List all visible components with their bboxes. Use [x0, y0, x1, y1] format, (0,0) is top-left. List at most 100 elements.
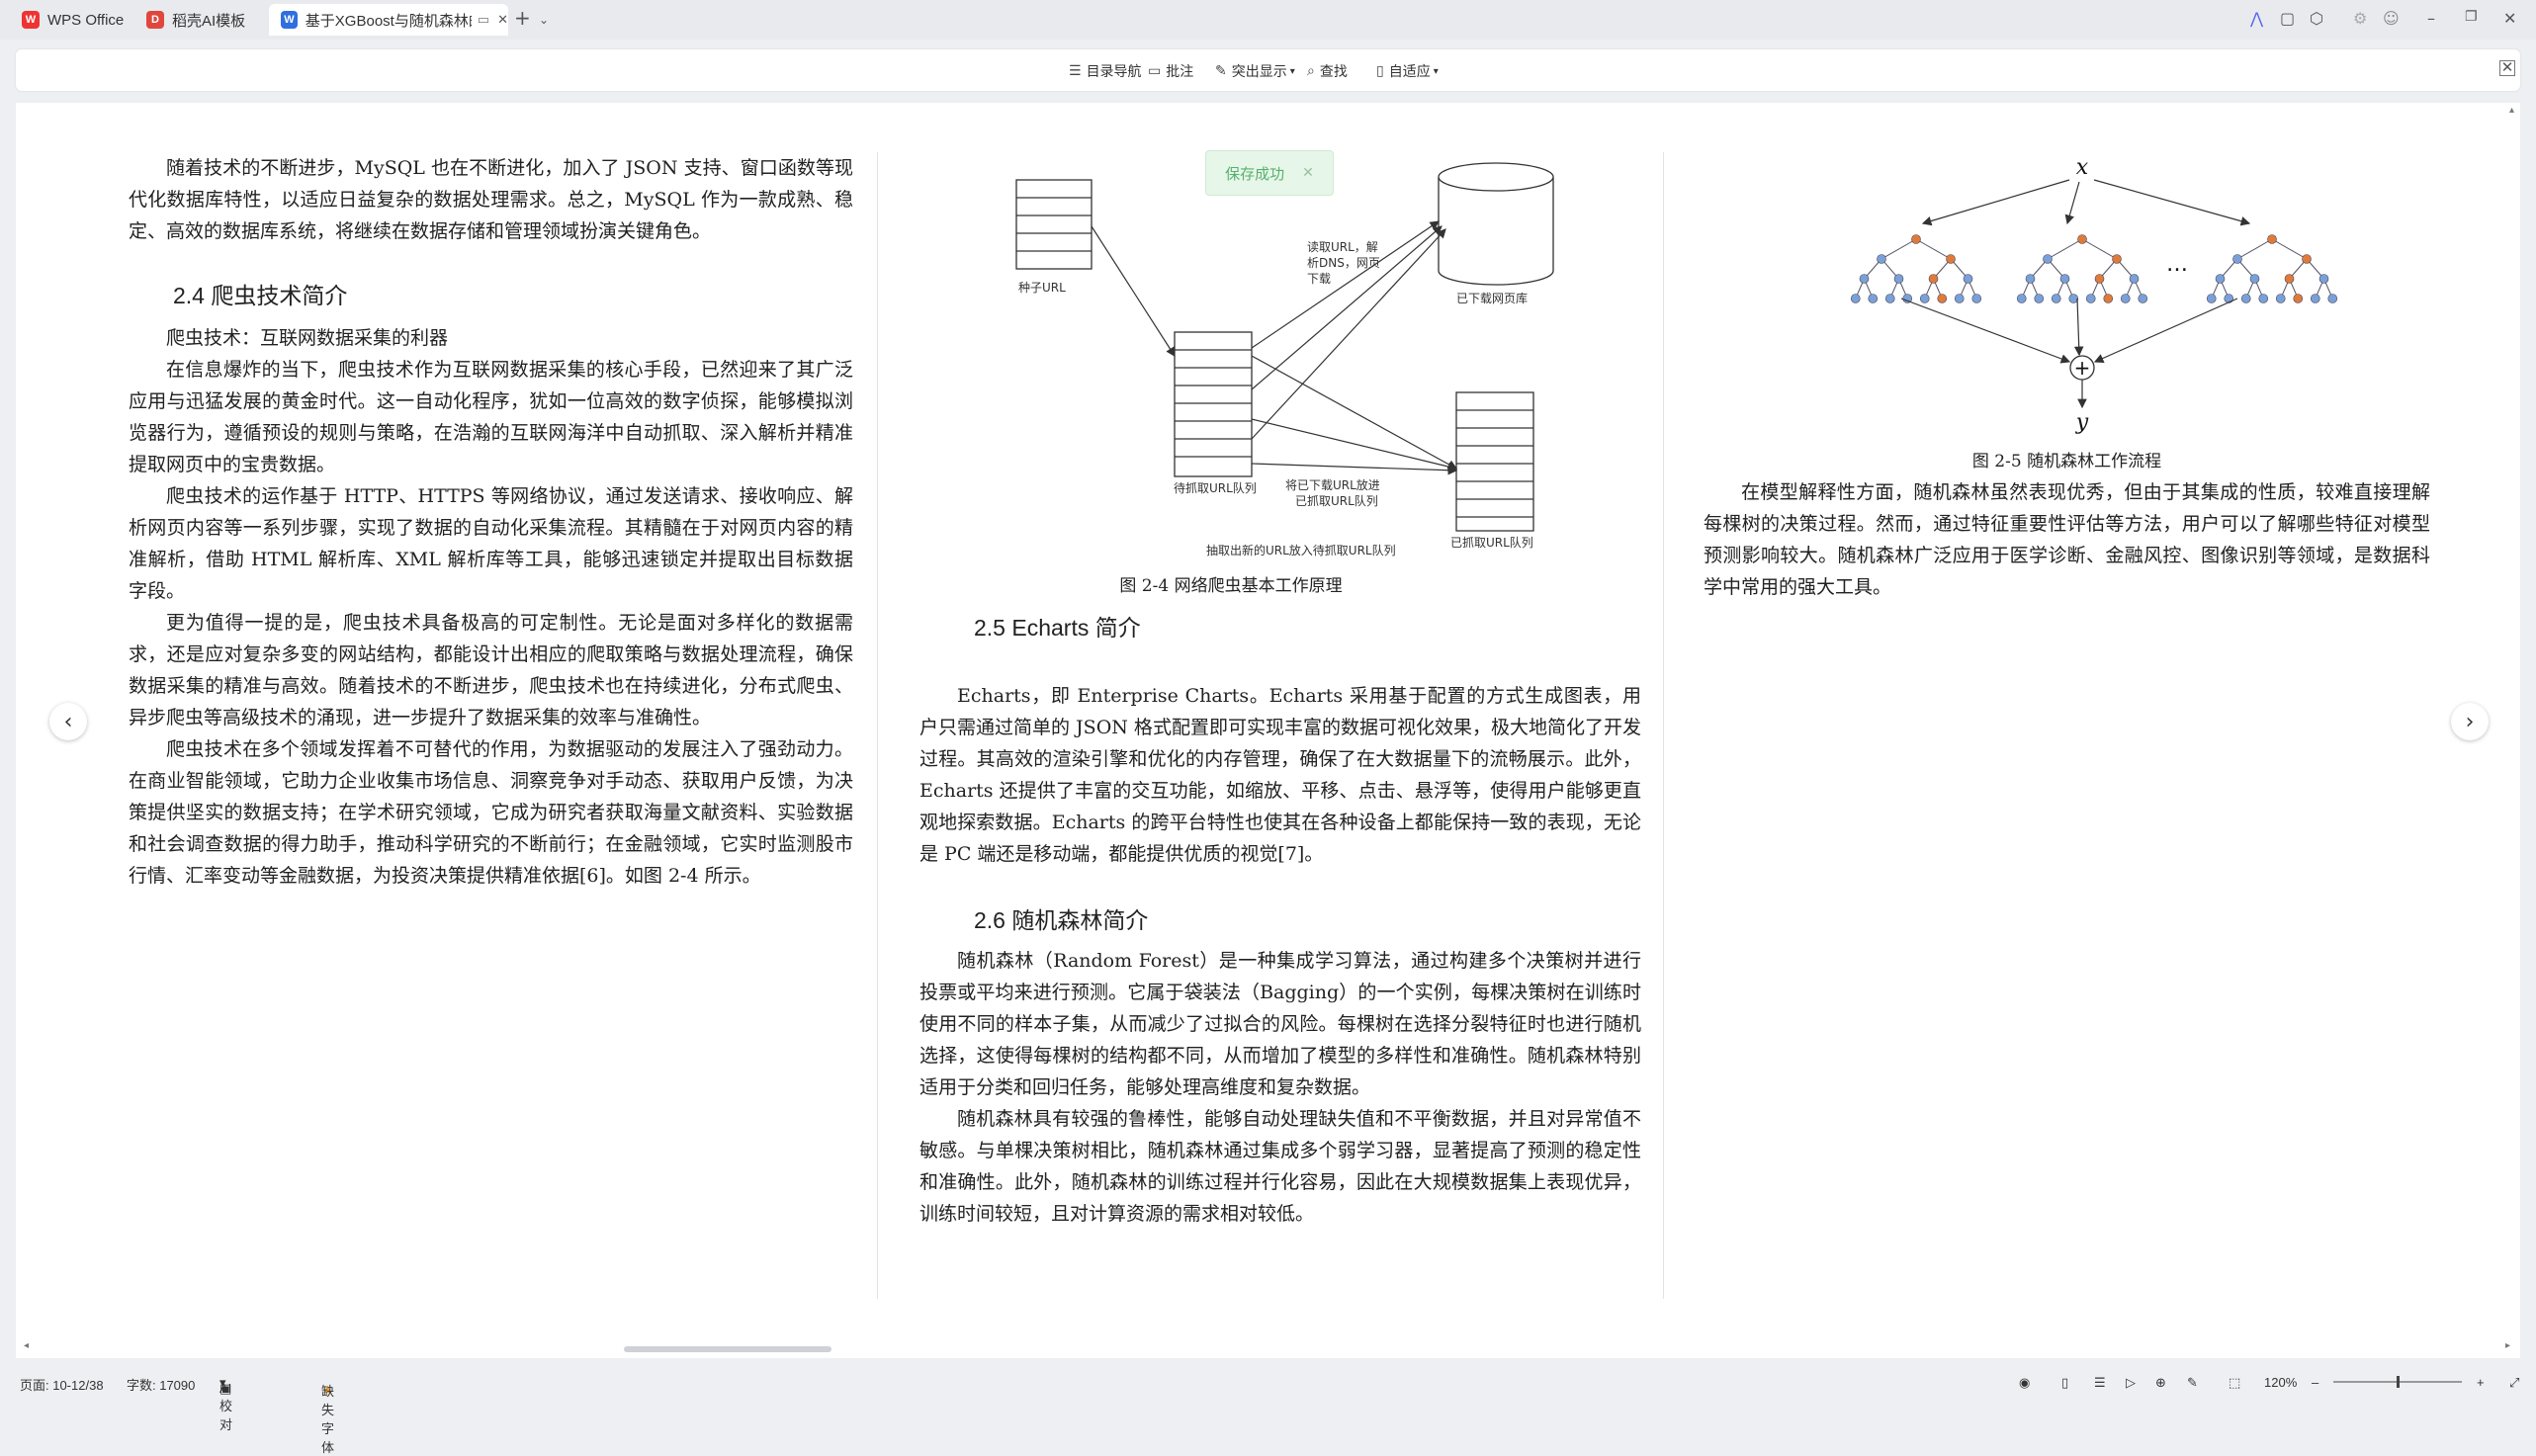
find-button[interactable]: ⌕ 查找 [1307, 61, 1348, 81]
tree-node [2327, 294, 2338, 303]
toc-nav-button[interactable]: ☰ 目录导航 [1069, 61, 1142, 81]
scroll-right-icon[interactable]: ▸ [2505, 1340, 2510, 1351]
close-toast-icon[interactable]: ✕ [1302, 165, 1314, 181]
page-view-icon[interactable]: ▯ [2061, 1375, 2068, 1391]
horizontal-scrollbar-thumb[interactable] [624, 1346, 831, 1352]
scroll-up-icon[interactable]: ▴ [2509, 105, 2514, 116]
tab-label: 基于XGBoost与随机森林的 [305, 12, 472, 30]
tree-node [2318, 274, 2329, 284]
tree-node [2258, 294, 2269, 303]
tree-node [2043, 254, 2053, 264]
tree-node [1850, 294, 1861, 303]
toast-text: 保存成功 [1225, 164, 1285, 183]
tree-node [2068, 294, 2079, 303]
previous-page-button[interactable]: ‹ [49, 703, 87, 740]
highlight-label: 突出显示 [1231, 63, 1287, 79]
label-todo-queue: 待抓取URL队列 [1174, 480, 1257, 495]
zoom-level[interactable]: 120% [2264, 1375, 2297, 1390]
output-y-label: y [2075, 410, 2089, 435]
settings-icon[interactable]: ⚙ [2353, 9, 2367, 28]
tree-node [1954, 294, 1965, 303]
fit-width-icon[interactable]: ⬚ [2229, 1375, 2240, 1391]
paragraph: Echarts，即 Enterprise Charts。Echarts 采用基于… [919, 685, 1641, 865]
tree-node [2129, 274, 2140, 284]
tree-node [2059, 274, 2070, 284]
close-tab-icon[interactable]: ✕ [497, 12, 508, 28]
ai-proofread-button[interactable]: ▣ AI 校对 ▾ [219, 1375, 232, 1432]
downloaded-db-cylinder [1438, 162, 1554, 286]
search-icon: ⌕ [1307, 63, 1315, 79]
fullscreen-icon[interactable]: ⤢ [2509, 1375, 2519, 1391]
label-move-2: 已抓取URL队列 [1295, 493, 1378, 508]
input-x-label: x [2076, 155, 2089, 180]
rf-paragraphs: 随机森林（Random Forest）是一种集成学习算法，通过构建多个决策树并进… [919, 945, 1641, 1230]
subtitle: 爬虫技术：互联网数据采集的利器 [166, 327, 449, 349]
todo-queue-stack [1174, 331, 1253, 477]
section-heading-2-6: 2.6 随机森林简介 [974, 907, 1149, 933]
chevron-down-icon: ▾ [1289, 65, 1295, 77]
right-page-column: x … + y 图 2-5 随机森林工作流程 在模型解释性方面，随机森林虽然表现… [1704, 103, 2430, 598]
tree-node [1884, 294, 1895, 303]
zoom-slider-handle[interactable] [2397, 1376, 2400, 1388]
tree-node [2138, 294, 2148, 303]
toc-icon: ☰ [1069, 63, 1082, 79]
ai-proofread-label: AI 校对 [219, 1381, 233, 1432]
eye-protection-icon[interactable]: ◉ [2019, 1375, 2030, 1391]
exit-reading-mode-icon[interactable]: ✕ [2499, 60, 2515, 76]
fit-button[interactable]: ▯ 自适应 ▾ [1376, 61, 1439, 81]
paragraph: 在信息爆炸的当下，爬虫技术作为互联网数据采集的核心手段，已然迎来了其广泛应用与迅… [129, 359, 853, 475]
page-indicator[interactable]: 页面: 10-12/38 [20, 1375, 104, 1394]
paragraph: 爬虫技术的运作基于 HTTP、HTTPS 等网络协议，通过发送请求、接收响应、解… [129, 485, 853, 602]
minimize-icon[interactable]: – [2427, 9, 2435, 28]
tree-node [2275, 294, 2286, 303]
reading-toolbar: ☰ 目录导航 ▭ 批注 ✎ 突出显示 ▾ ⌕ 查找 ▯ 自适应 ▾ ✕ [16, 49, 2520, 91]
tree-edge [2271, 238, 2308, 260]
tree-node [1963, 274, 1973, 284]
tree-edge [1880, 238, 1917, 260]
tab-current-document[interactable]: W 基于XGBoost与随机森林的 ▭ ✕ [269, 4, 508, 36]
avatar-icon[interactable]: ☺ [2383, 9, 2400, 28]
ai-logo-icon[interactable]: ⋀ [2250, 9, 2263, 28]
diagram-arrows [1091, 220, 1458, 475]
chevron-down-icon: ▾ [1433, 65, 1439, 77]
tree-node [2232, 254, 2242, 264]
tree-node [1911, 234, 1921, 244]
zoom-slider[interactable] [2333, 1376, 2462, 1388]
tree-node [2302, 254, 2312, 264]
status-bar: 页面: 10-12/38 字数: 17090 ▣ AI 校对 ▾ ▲ 缺失字体 … [0, 1369, 2536, 1455]
zoom-out-icon[interactable]: – [2312, 1375, 2318, 1390]
monitor-icon[interactable]: ▭ [478, 12, 489, 28]
decision-trees [1850, 234, 2338, 303]
new-tab-icon[interactable]: + [514, 6, 531, 30]
paragraph: 随机森林具有较强的鲁棒性，能够自动处理缺失值和不平衡数据，并且对异常值不敏感。与… [919, 1108, 1641, 1225]
tree-node [2103, 294, 2114, 303]
restore-icon[interactable]: ❐ [2465, 9, 2478, 25]
tree-node [2215, 274, 2226, 284]
section-heading-2-4: 2.4 爬虫技术简介 [173, 283, 348, 308]
web-view-icon[interactable]: ⊕ [2155, 1375, 2166, 1391]
comment-label: 批注 [1166, 63, 1194, 79]
tree-edge [2236, 238, 2273, 260]
outline-view-icon[interactable]: ☰ [2094, 1375, 2106, 1391]
tab-label: WPS Office [47, 11, 125, 29]
close-window-icon[interactable]: ✕ [2503, 9, 2516, 28]
reading-mode-icon[interactable]: ▷ [2126, 1375, 2136, 1391]
comment-button[interactable]: ▭ 批注 [1148, 61, 1193, 81]
tree-node [1877, 254, 1886, 264]
tab-list-chevron-icon[interactable]: ⌄ [539, 13, 549, 27]
tree-node [1946, 254, 1956, 264]
window-layout-icon[interactable]: ▢ [2280, 9, 2295, 28]
cube-icon[interactable]: ⬡ [2310, 9, 2323, 28]
highlight-icon: ✎ [1215, 63, 1227, 79]
word-count[interactable]: 字数: 17090 [127, 1375, 195, 1394]
next-page-button[interactable]: › [2451, 703, 2489, 740]
edit-mode-icon[interactable]: ✎ [2187, 1375, 2198, 1391]
scroll-left-icon[interactable]: ◂ [24, 1340, 29, 1351]
tree-node [2224, 294, 2234, 303]
highlight-button[interactable]: ✎ 突出显示 ▾ [1215, 61, 1295, 81]
tab-docer-templates[interactable]: D 稻壳AI模板 [134, 4, 263, 36]
tab-wps-office[interactable]: W WPS Office [10, 4, 129, 36]
zoom-in-icon[interactable]: + [2477, 1375, 2485, 1390]
tree-node [2284, 274, 2295, 284]
random-forest-diagram: x … + y [1850, 155, 2338, 435]
